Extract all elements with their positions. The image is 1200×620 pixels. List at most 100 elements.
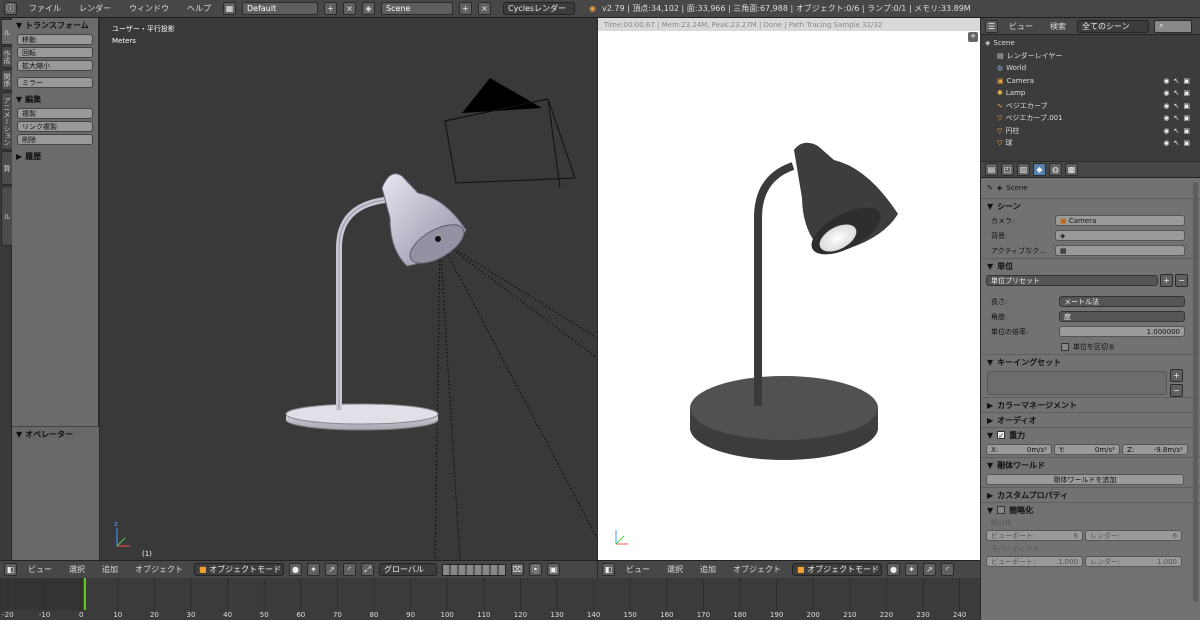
editor-type-icon[interactable]: ▤ xyxy=(985,163,998,176)
add-rigid-world-button[interactable]: 剛体ワールドを追加 xyxy=(986,474,1184,485)
remove-keying-set-icon[interactable]: − xyxy=(1170,384,1183,397)
child-particles-render-field[interactable]: レンダー: 1.000 xyxy=(1085,556,1182,567)
gravity-panel-header[interactable]: ▼ ✓ 重力 xyxy=(981,427,1200,442)
scene-panel-header[interactable]: ▼ シーン xyxy=(981,198,1200,213)
unit-scale-field[interactable]: 1.000000 xyxy=(1059,326,1185,337)
visibility-toggle-icons[interactable]: ◉↖▣ xyxy=(1163,89,1194,97)
mirror-button[interactable]: ミラー xyxy=(17,77,93,88)
visibility-toggle-icons[interactable]: ◉↖▣ xyxy=(1163,139,1194,147)
outliner-filter-dropdown[interactable]: 全てのシーン xyxy=(1077,19,1149,33)
camera-object[interactable] xyxy=(444,78,576,189)
snap-icon[interactable]: ⦿ xyxy=(529,563,542,576)
outliner-row[interactable]: ◈ Scene xyxy=(981,37,1200,50)
add-preset-icon[interactable]: + xyxy=(1160,274,1173,287)
simplify-panel-header[interactable]: ▼ 簡略化 xyxy=(981,502,1200,517)
color-management-panel-header[interactable]: ▶ カラーマネージメント xyxy=(981,397,1200,412)
menu-object[interactable]: オブジェクト xyxy=(135,564,183,575)
menu-object[interactable]: オブジェクト xyxy=(733,564,781,575)
menu-view[interactable]: ビュー xyxy=(1009,21,1033,32)
orientation-dropdown[interactable]: グローバル xyxy=(379,563,437,576)
menu-window[interactable]: ウィンドウ xyxy=(129,3,169,14)
outliner-row[interactable]: ∿ ベジエカーブ ◉↖▣ xyxy=(981,100,1200,113)
units-panel-header[interactable]: ▼ 単位 xyxy=(981,258,1200,273)
object-tab-icon[interactable]: ▩ xyxy=(1065,163,1078,176)
gravity-z-field[interactable]: Z: -9.8m/s² xyxy=(1122,444,1188,455)
background-scene-field[interactable]: ◈ xyxy=(1055,230,1185,241)
panel-transform-header[interactable]: ▼ トランスフォーム xyxy=(12,18,98,32)
menu-add[interactable]: 追加 xyxy=(102,564,118,575)
viewport-rendered[interactable]: Time:00:00.67 | Mem:23.24M, Peak:23.27M … xyxy=(598,18,980,560)
separate-units-checkbox[interactable] xyxy=(1061,342,1069,351)
render-engine-dropdown[interactable]: Cyclesレンダー xyxy=(503,2,575,15)
outliner-row[interactable]: ▽ 球 ◉↖▣ xyxy=(981,137,1200,150)
child-particles-viewport-field[interactable]: ビューポート: 1.000 xyxy=(986,556,1083,567)
screen-layout-field[interactable]: Default xyxy=(242,2,318,15)
remove-scene-icon[interactable]: × xyxy=(478,2,491,15)
scale-manipulator-icon[interactable]: ⤢ xyxy=(361,563,374,576)
properties-editor[interactable]: ▤ ◰ ▥ ◆ ◍ ▩ ✎ ◈ Scene ▼ シーン カメラ: ▣ Camera 背景… xyxy=(981,162,1200,620)
info-icon[interactable]: ⓘ xyxy=(4,2,17,15)
pin-icon[interactable]: ✎ xyxy=(987,184,993,192)
viewport-3d[interactable]: ユーザー・平行投影 Meters z (1) xyxy=(100,18,597,560)
menu-select[interactable]: 選択 xyxy=(69,564,85,575)
custom-properties-panel-header[interactable]: ▶ カスタムプロパティ xyxy=(981,487,1200,502)
layers-grid[interactable] xyxy=(442,563,506,576)
manipulator-icon[interactable]: ↗ xyxy=(923,563,936,576)
gravity-checkbox[interactable]: ✓ xyxy=(997,431,1006,440)
menu-render[interactable]: レンダー xyxy=(79,3,111,14)
editor-type-icon[interactable]: ◧ xyxy=(602,563,615,576)
gravity-x-field[interactable]: X: 0m/s² xyxy=(986,444,1052,455)
scene-tab-icon[interactable]: ◆ xyxy=(1033,163,1046,176)
visibility-toggle-icons[interactable]: ◉↖▣ xyxy=(1163,114,1194,122)
add-scene-icon[interactable]: + xyxy=(459,2,472,15)
visibility-toggle-icons[interactable]: ◉↖▣ xyxy=(1163,127,1194,135)
remove-preset-icon[interactable]: − xyxy=(1175,274,1188,287)
menu-search[interactable]: 検索 xyxy=(1050,21,1066,32)
menu-select[interactable]: 選択 xyxy=(667,564,683,575)
angle-dropdown[interactable]: 度 xyxy=(1059,311,1185,322)
active-clip-field[interactable]: ▦ xyxy=(1055,245,1185,256)
outliner-row[interactable]: ▣ Camera ◉↖▣ xyxy=(981,75,1200,88)
mode-dropdown[interactable]: ■ オブジェクトモード xyxy=(792,563,882,576)
visibility-toggle-icons[interactable]: ◉↖▣ xyxy=(1163,102,1194,110)
add-layout-icon[interactable]: + xyxy=(324,2,337,15)
world-tab-icon[interactable]: ◍ xyxy=(1049,163,1062,176)
panel-operator-header[interactable]: ▼ オペレーター xyxy=(12,427,99,441)
outliner-row[interactable]: ▽ 円柱 ◉↖▣ xyxy=(981,125,1200,138)
rotate-manipulator-icon[interactable]: ◜ xyxy=(343,563,356,576)
add-keying-set-icon[interactable]: + xyxy=(1170,369,1183,382)
shading-icon[interactable]: ● xyxy=(887,563,900,576)
unit-presets-dropdown[interactable]: 単位プリセット xyxy=(986,275,1158,286)
manipulator-icon[interactable]: ↗ xyxy=(325,563,338,576)
camera-field[interactable]: ▣ Camera xyxy=(1055,215,1185,226)
panel-history-header[interactable]: ▶ 履歴 xyxy=(12,149,98,163)
rigid-body-world-panel-header[interactable]: ▼ 剛体ワールド xyxy=(981,457,1200,472)
menu-help[interactable]: ヘルプ xyxy=(187,3,211,14)
length-dropdown[interactable]: メートル法 xyxy=(1059,296,1185,307)
outliner-row[interactable]: ✺ Lamp ◉↖▣ xyxy=(981,87,1200,100)
panel-edit-header[interactable]: ▼ 編集 xyxy=(12,92,98,106)
menu-file[interactable]: ファイル xyxy=(29,3,61,14)
scale-button[interactable]: 拡大縮小 xyxy=(17,60,93,71)
render-layers-tab-icon[interactable]: ▥ xyxy=(1017,163,1030,176)
timeline[interactable]: -20 -10 0 10 20 30 40 50 60 70 80 90 100 110 120 130 140… xyxy=(0,578,980,620)
visibility-toggle-icons[interactable]: ◉↖▣ xyxy=(1163,77,1194,85)
shading-icon[interactable]: ● xyxy=(289,563,302,576)
render-tab-icon[interactable]: ◰ xyxy=(1001,163,1014,176)
remove-layout-icon[interactable]: × xyxy=(343,2,356,15)
properties-scrollbar[interactable] xyxy=(1193,182,1198,602)
subdivision-viewport-field[interactable]: ビューポート: 6 xyxy=(986,530,1083,541)
outliner[interactable]: ☰ ビュー 検索 全てのシーン ⌕ ◈ Scene ▤ レンダーレイヤー ◍ World ▣… xyxy=(981,18,1200,161)
menu-view[interactable]: ビュー xyxy=(28,564,52,575)
subdivision-render-field[interactable]: レンダー: 6 xyxy=(1085,530,1182,541)
scene-icon[interactable]: ◈ xyxy=(362,2,375,15)
pivot-icon[interactable]: ✦ xyxy=(307,563,320,576)
pivot-icon[interactable]: ✦ xyxy=(905,563,918,576)
outliner-row[interactable]: ▤ レンダーレイヤー xyxy=(981,50,1200,63)
editor-type-icon[interactable]: ◧ xyxy=(4,563,17,576)
outliner-row[interactable]: ◍ World xyxy=(981,62,1200,75)
mode-dropdown[interactable]: ■ オブジェクトモード xyxy=(194,563,284,576)
screen-layout-icon[interactable]: ▦ xyxy=(223,2,236,15)
gravity-y-field[interactable]: Y: 0m/s² xyxy=(1054,444,1120,455)
scene-field[interactable]: Scene xyxy=(381,2,453,15)
